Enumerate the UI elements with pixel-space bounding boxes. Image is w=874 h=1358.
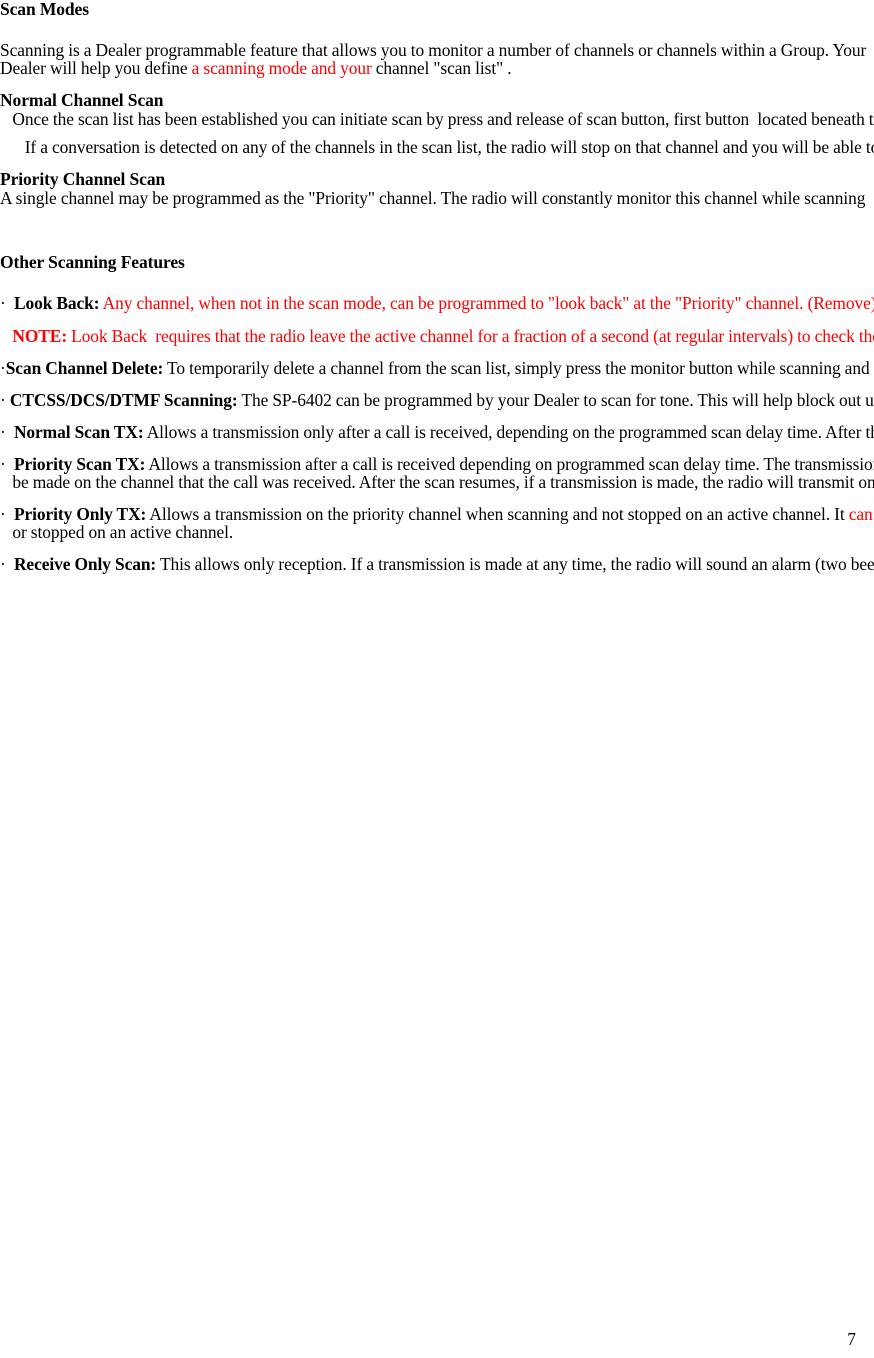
feature-look-back: · Look Back: Any channel, when not in th… [0,294,874,312]
normal-scan-paragraph-2: If a conversation is detected on any of … [24,137,874,158]
look-back-label: Look Back: [5,293,100,314]
priority-scan-paragraph: A single channel may be programmed as th… [0,189,874,207]
priority-text-part1: A single channel may be programmed as th… [0,188,866,209]
feature-scan-channel-delete: ·Scan Channel Delete: To temporarily del… [0,359,874,377]
heading-other-scanning-features: Other Scanning Features [0,252,185,273]
priority-only-tx-text-1: Allows a transmission on the priority ch… [146,504,849,525]
priority-only-tx-highlight: can also be programmed to ( Remove) will [848,504,873,525]
scan-channel-delete-text: To temporarily delete a channel from the… [167,357,874,378]
feature-receive-only-scan: · Receive Only Scan: This allows only re… [0,555,874,573]
ctcss-scanning-label: CTCSS/DCS/DTMF Scanning: [5,389,238,410]
intro-text-part2: channel "scan list" . [371,58,512,79]
normal-scan-tx-text: Allows a transmission only after a call … [146,421,874,442]
scan-channel-delete-label: Scan Channel Delete: [5,357,164,378]
feature-note: NOTE: Look Back requires that the radio … [0,327,874,345]
intro-paragraph: Scanning is a Dealer programmable featur… [0,41,874,77]
feature-priority-only-tx: · Priority Only TX: Allows a transmissio… [0,505,874,523]
page-number: 7 [847,1329,856,1349]
priority-scan-tx-text: Allows a transmission after a call is re… [145,453,874,474]
normal-scan-paragraph-1: Once the scan list has been established … [12,109,874,130]
priority-scan-tx-continuation: be made on the channel that the call was… [12,472,874,493]
receive-only-scan-label: Receive Only Scan: [5,554,157,575]
priority-only-tx-label: Priority Only TX: [5,504,147,525]
feature-normal-scan-tx: · Normal Scan TX: Allows a transmission … [0,423,874,441]
note-label: NOTE: [0,325,68,346]
document-page: Scan Modes Scanning is a Dealer programm… [0,0,874,1358]
ctcss-scanning-text: The SP-6402 can be programmed by your De… [241,389,874,410]
page-title: Scan Modes [0,0,89,19]
receive-only-scan-text: This allows only reception. If a transmi… [159,554,874,575]
note-text: Look Back requires that the radio leave … [71,325,874,346]
feature-priority-scan-tx: · Priority Scan TX: Allows a transmissio… [0,455,874,473]
document-content: Scan Modes Scanning is a Dealer programm… [0,0,874,573]
normal-scan-tx-label: Normal Scan TX: [5,421,144,442]
heading-priority-channel-scan: Priority Channel Scan [0,169,166,190]
intro-highlight: a scanning mode and your [191,58,372,79]
feature-ctcss-scanning: · CTCSS/DCS/DTMF Scanning: The SP-6402 c… [0,391,874,409]
priority-only-tx-continuation: or stopped on an active channel. [0,522,234,543]
look-back-highlight-1: Any channel, when not in the scan mode, … [99,293,874,314]
priority-scan-tx-label: Priority Scan TX: [5,453,146,474]
heading-normal-channel-scan: Normal Channel Scan [0,90,164,111]
